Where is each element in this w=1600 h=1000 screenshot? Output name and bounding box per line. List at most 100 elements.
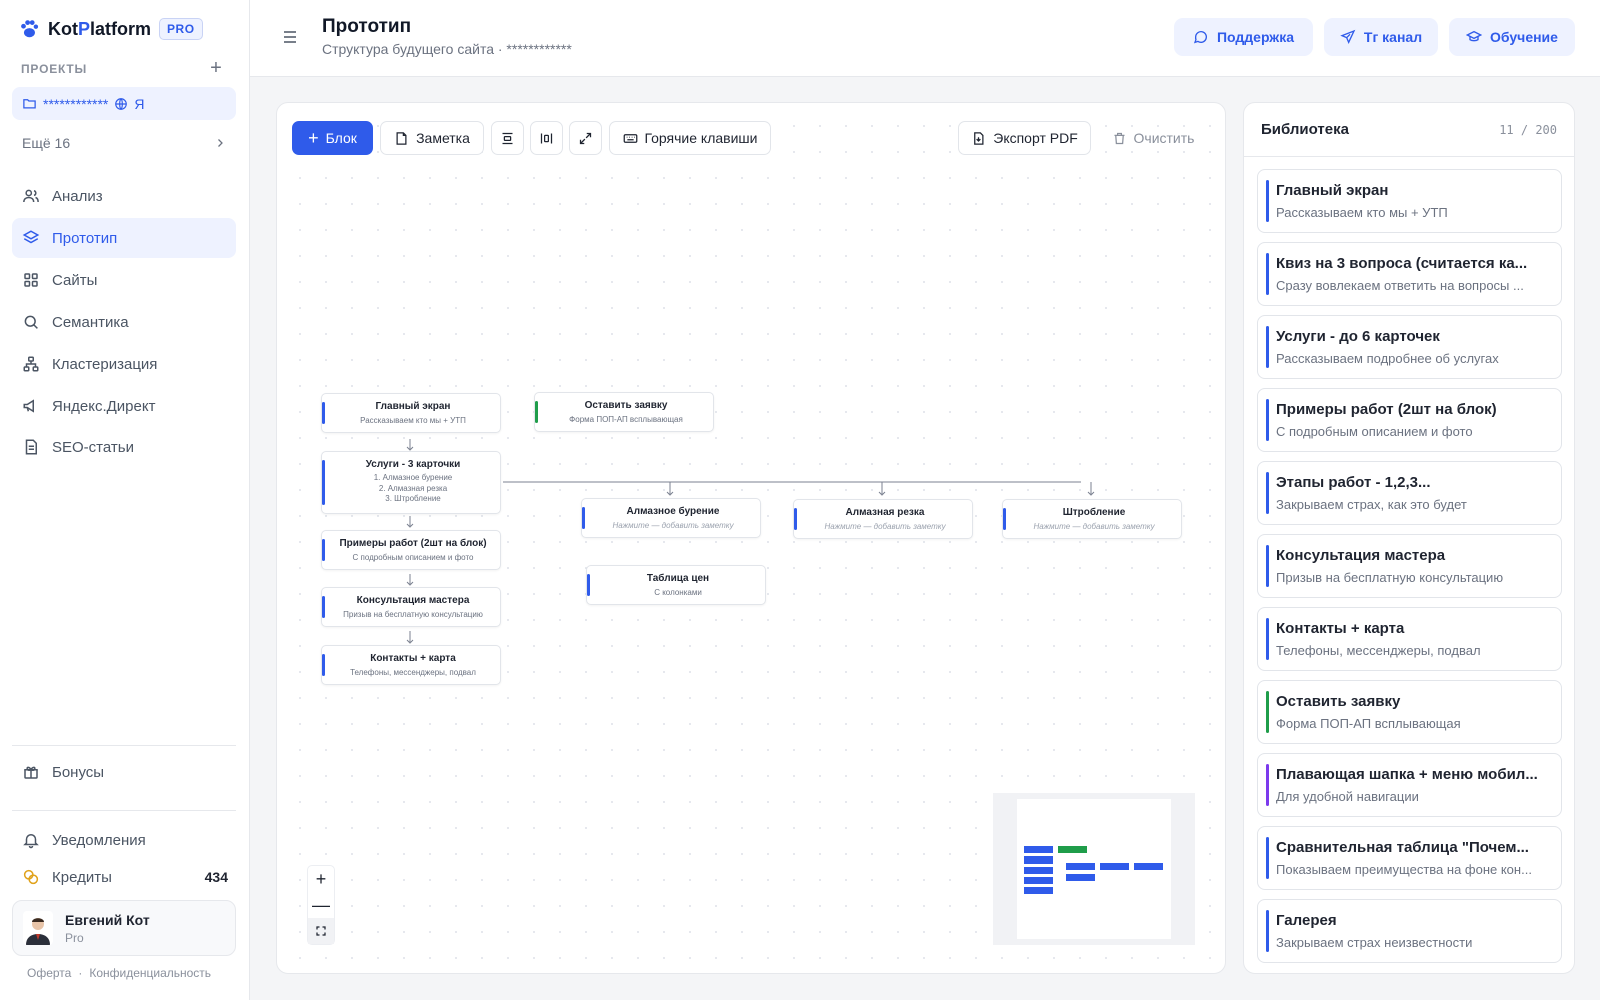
node-main-screen[interactable]: Главный экран Рассказываем кто мы + УТП [321, 393, 501, 433]
page-subtitle: Структура будущего сайта · ************ [322, 41, 572, 57]
nav-label: Прототип [52, 229, 118, 247]
distribute-icon [540, 133, 553, 143]
nav-label: Уведомления [52, 831, 146, 849]
library-item[interactable]: Квиз на 3 вопроса (считается ка... Сразу… [1257, 242, 1562, 306]
node-title: Штробление [1062, 507, 1126, 518]
prototype-canvas[interactable]: + Блок Заметка Горячие клавиши Экспорт P… [276, 102, 1226, 974]
nav-yandex-direct[interactable]: Яндекс.Директ [12, 386, 236, 426]
privacy-link[interactable]: Конфиденциальность [89, 966, 211, 980]
node-title: Главный экран [375, 401, 451, 412]
nav-bonuses[interactable]: Бонусы [12, 752, 236, 792]
library-item[interactable]: Услуги - до 6 карточек Рассказываем подр… [1257, 315, 1562, 379]
tg-channel-button[interactable]: Тг канал [1324, 18, 1438, 56]
library-item-subtitle: С подробным описанием и фото [1276, 424, 1473, 439]
node-examples[interactable]: Примеры работ (2шт на блок) С подробным … [321, 530, 501, 570]
nav-semantics[interactable]: Семантика [12, 302, 236, 342]
node-price-table[interactable]: Таблица цен С колонками [586, 565, 766, 605]
zoom-in-button[interactable]: + [308, 866, 334, 892]
document-icon [25, 439, 37, 455]
minimap-node [1058, 846, 1087, 853]
library-header: Библиотека 11 / 200 [1244, 103, 1574, 157]
nav-credits[interactable]: Кредиты 434 [12, 857, 236, 897]
fit-view-button[interactable] [308, 918, 334, 944]
footer-links: Оферта · Конфиденциальность [27, 966, 211, 980]
minimap-node [1100, 863, 1129, 870]
users-icon [23, 189, 39, 203]
library-item[interactable]: Плавающая шапка + меню мобил... Для удоб… [1257, 753, 1562, 817]
add-project-button[interactable]: + [206, 58, 226, 78]
node-title: Услуги - 3 карточки [365, 459, 461, 470]
minimap-node [1134, 863, 1163, 870]
nav-sites[interactable]: Сайты [12, 260, 236, 300]
library-item-title: Главный экран [1276, 182, 1389, 199]
node-hint: Нажмите — добавить заметку [1033, 522, 1155, 531]
active-project[interactable]: ************ Я [12, 87, 236, 120]
fullscreen-button[interactable] [569, 121, 602, 155]
support-button[interactable]: Поддержка [1174, 18, 1313, 56]
logo[interactable]: KotPlatform PRO [18, 16, 203, 42]
library-item[interactable]: Консультация мастера Призыв на бесплатну… [1257, 534, 1562, 598]
projects-label: ПРОЕКТЫ [21, 62, 88, 76]
library-item-subtitle: Рассказываем кто мы + УТП [1276, 205, 1448, 220]
node-line: 1. Алмазное бурение [373, 473, 453, 482]
library-item[interactable]: Сравнительная таблица "Почем... Показыва… [1257, 826, 1562, 890]
export-pdf-button[interactable]: Экспорт PDF [958, 121, 1091, 155]
node-request[interactable]: Оставить заявку Форма ПОП-АП всплывающая [534, 392, 714, 432]
node-title: Алмазное бурение [626, 506, 720, 517]
nav-notifications[interactable]: Уведомления [12, 820, 236, 860]
library-item-subtitle: Телефоны, мессенджеры, подвал [1276, 643, 1481, 658]
nav-clustering[interactable]: Кластеризация [12, 344, 236, 384]
node-subtitle: Форма ПОП-АП всплывающая [569, 415, 683, 424]
node-consultation[interactable]: Консультация мастера Призыв на бесплатну… [321, 587, 501, 627]
library-item-title: Галерея [1276, 912, 1337, 929]
nav-seo-articles[interactable]: SEO-статьи [12, 427, 236, 467]
library-item[interactable]: Главный экран Рассказываем кто мы + УТП [1257, 169, 1562, 233]
node-services[interactable]: Услуги - 3 карточки 1. Алмазное бурение … [321, 451, 501, 514]
zoom-out-button[interactable]: — [308, 892, 334, 918]
nav-label: Семантика [52, 313, 129, 331]
arrow-head [406, 639, 414, 644]
library-item-subtitle: Показываем преимущества на фоне кон... [1276, 862, 1532, 877]
pro-badge: PRO [159, 18, 203, 40]
align-horizontal-button[interactable] [530, 121, 563, 155]
block-library: Библиотека 11 / 200 Главный экран Расска… [1243, 102, 1575, 974]
node-title: Таблица цен [646, 573, 710, 584]
node-diamond-drilling[interactable]: Алмазное бурение Нажмите — добавить заме… [581, 498, 761, 538]
library-item[interactable]: Этапы работ - 1,2,3... Закрываем страх, … [1257, 461, 1562, 525]
credits-value: 434 [204, 869, 228, 885]
add-note-button[interactable]: Заметка [380, 121, 484, 155]
library-item-subtitle: Форма ПОП-АП всплывающая [1276, 716, 1461, 731]
support-label: Поддержка [1216, 29, 1295, 45]
active-project-suffix: Я [134, 95, 145, 112]
nav-analysis[interactable]: Анализ [12, 176, 236, 216]
node-title: Контакты + карта [370, 653, 456, 664]
node-contacts[interactable]: Контакты + карта Телефоны, мессенджеры, … [321, 645, 501, 685]
menu-icon[interactable] [282, 30, 298, 44]
sidebar: KotPlatform PRO ПРОЕКТЫ + ************ Я… [0, 0, 250, 1000]
expand-icon [579, 132, 592, 144]
bell-icon [23, 834, 39, 849]
clear-button[interactable]: Очистить [1103, 121, 1203, 155]
library-item-title: Оставить заявку [1276, 693, 1401, 710]
nav-prototype[interactable]: Прототип [12, 218, 236, 258]
minimap[interactable] [993, 793, 1195, 945]
library-item[interactable]: Примеры работ (2шт на блок) С подробным … [1257, 388, 1562, 452]
library-item-title: Квиз на 3 вопроса (считается ка... [1276, 255, 1528, 272]
user-card[interactable]: Евгений Кот Pro [12, 900, 236, 956]
more-projects[interactable]: Ещё 16 [12, 126, 236, 160]
align-vertical-button[interactable] [491, 121, 524, 155]
graduation-cap-icon [1466, 30, 1483, 42]
node-diamond-cutting[interactable]: Алмазная резка Нажмите — добавить заметк… [793, 499, 973, 539]
add-block-button[interactable]: + Блок [292, 121, 373, 155]
offer-link[interactable]: Оферта [27, 966, 71, 980]
library-item[interactable]: Оставить заявку Форма ПОП-АП всплывающая [1257, 680, 1562, 744]
export-pdf-label: Экспорт PDF [993, 130, 1078, 146]
node-chasing[interactable]: Штробление Нажмите — добавить заметку [1002, 499, 1182, 539]
hotkeys-button[interactable]: Горячие клавиши [609, 121, 771, 155]
fit-view-icon [316, 926, 326, 936]
learning-button[interactable]: Обучение [1449, 18, 1575, 56]
gift-icon [24, 766, 38, 779]
library-item[interactable]: Контакты + карта Телефоны, мессенджеры, … [1257, 607, 1562, 671]
header: Прототип Структура будущего сайта · ****… [250, 0, 1600, 77]
library-item[interactable]: Галерея Закрываем страх неизвестности [1257, 899, 1562, 963]
